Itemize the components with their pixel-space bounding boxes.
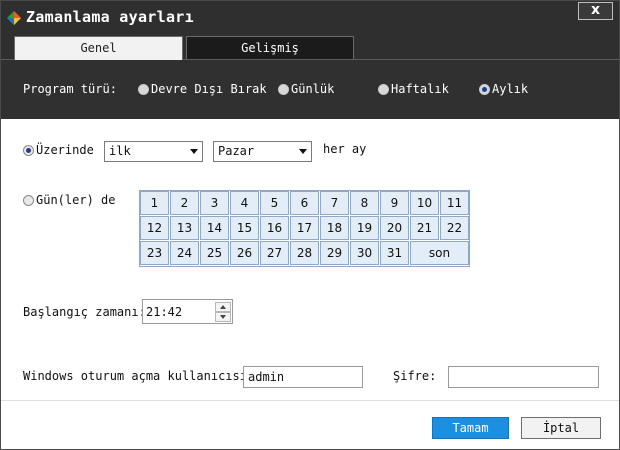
day-cell[interactable]: 27 [260,241,289,265]
windows-user-input[interactable]: admin [243,366,363,388]
every-month-label: her ay [323,142,367,156]
day-picker: 1 2 3 4 5 6 7 8 9 10 11 12 13 14 15 16 17 18 19 20 21 22 23 24 2… [139,190,470,267]
day-cell[interactable]: 18 [320,216,349,240]
day-cell[interactable]: 7 [320,191,349,215]
day-cell[interactable]: 6 [290,191,319,215]
day-cell[interactable]: 14 [200,216,229,240]
day-cell[interactable]: 17 [290,216,319,240]
day-cell[interactable]: 23 [140,241,169,265]
spin-up-button[interactable] [215,302,231,312]
tab-general[interactable]: Genel [14,36,183,60]
radio-daily[interactable]: Günlük [278,82,334,96]
day-cell[interactable]: 15 [230,216,259,240]
radio-daily-indicator[interactable] [278,83,289,95]
app-logo-icon [7,11,21,25]
password-label: Şifre: [393,369,437,383]
day-cell[interactable]: 24 [170,241,199,265]
ok-button[interactable]: Tamam [432,417,509,439]
day-cell[interactable]: 16 [260,216,289,240]
radio-on-days[interactable]: Gün(ler) de [23,193,115,207]
radio-monthly[interactable]: Aylık [479,82,528,96]
day-cell[interactable]: 29 [320,241,349,265]
window-title: Zamanlama ayarları [26,8,194,26]
day-cell[interactable]: 8 [350,191,379,215]
radio-on-day[interactable]: Üzerinde [23,143,94,157]
radio-disable[interactable]: Devre Dışı Bırak [138,82,267,96]
day-cell[interactable]: 12 [140,216,169,240]
close-button[interactable]: x [578,2,613,20]
footer-divider [1,400,619,401]
day-cell[interactable]: 21 [410,216,439,240]
day-cell[interactable]: 9 [380,191,409,215]
start-time-label: Başlangıç zamanı: [23,305,146,319]
day-cell[interactable]: 5 [260,191,289,215]
weekday-select-value: Pazar [218,144,255,158]
radio-weekly-label: Haftalık [391,82,449,96]
password-input[interactable] [448,366,599,388]
day-cell[interactable]: son [410,241,469,265]
radio-daily-label: Günlük [291,82,335,96]
weekday-select[interactable]: Pazar [213,141,312,162]
tab-advanced[interactable]: Gelişmiş [186,36,354,60]
day-cell[interactable]: 3 [200,191,229,215]
radio-on-days-indicator[interactable] [23,194,34,206]
radio-on-day-label: Üzerinde [36,143,94,157]
day-cell[interactable]: 1 [140,191,169,215]
program-type-label: Program türü: [23,82,117,96]
day-cell[interactable]: 25 [200,241,229,265]
day-cell[interactable]: 28 [290,241,319,265]
day-cell[interactable]: 26 [230,241,259,265]
radio-weekly[interactable]: Haftalık [378,82,449,96]
day-cell[interactable]: 4 [230,191,259,215]
radio-disable-indicator[interactable] [138,83,149,95]
chevron-down-icon [299,149,307,154]
start-time-input[interactable]: 21:42 [142,299,233,324]
day-cell[interactable]: 30 [350,241,379,265]
day-cell[interactable]: 11 [440,191,469,215]
program-type-bar: Program türü: Devre Dışı Bırak Günlük Ha… [1,59,619,119]
windows-user-label: Windows oturum açma kullanıcısı: [23,369,255,383]
chevron-down-icon [190,149,198,154]
day-cell[interactable]: 10 [410,191,439,215]
scheduling-dialog: Zamanlama ayarları x Genel Gelişmiş Prog… [0,0,620,450]
day-cell[interactable]: 13 [170,216,199,240]
day-cell[interactable]: 31 [380,241,409,265]
day-cell[interactable]: 19 [350,216,379,240]
cancel-button[interactable]: İptal [521,417,601,439]
day-cell[interactable]: 22 [440,216,469,240]
day-cell[interactable]: 2 [170,191,199,215]
radio-monthly-indicator[interactable] [479,83,490,95]
radio-weekly-indicator[interactable] [378,83,389,95]
radio-disable-label: Devre Dışı Bırak [151,82,267,96]
ordinal-select-value: ilk [109,144,131,158]
title-bar[interactable]: Zamanlama ayarları x [1,1,619,34]
radio-on-days-label: Gün(ler) de [36,193,116,207]
radio-monthly-label: Aylık [492,82,529,96]
spin-down-button[interactable] [215,312,231,322]
radio-on-day-indicator[interactable] [23,144,34,156]
day-cell[interactable]: 20 [380,216,409,240]
ordinal-select[interactable]: ilk [104,141,203,162]
start-time-value: 21:42 [146,305,183,319]
